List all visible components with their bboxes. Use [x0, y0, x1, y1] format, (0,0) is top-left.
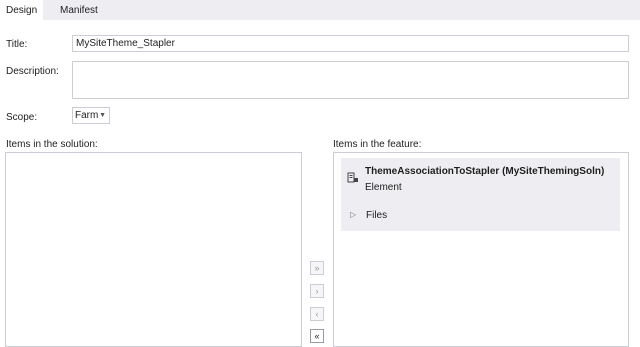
scope-value: Farm: [75, 110, 99, 121]
description-field[interactable]: [72, 61, 629, 99]
feature-item-title: ThemeAssociationToStapler (MySiteTheming…: [365, 166, 605, 177]
scope-dropdown[interactable]: Farm ▼: [72, 107, 110, 124]
tab-design[interactable]: Design: [0, 0, 44, 20]
feature-item[interactable]: ThemeAssociationToStapler (MySiteTheming…: [341, 158, 620, 200]
tab-manifest[interactable]: Manifest: [54, 0, 104, 20]
chevron-down-icon: ▼: [99, 112, 106, 119]
remove-button[interactable]: ‹: [310, 307, 324, 321]
title-label: Title:: [6, 39, 28, 50]
files-row[interactable]: ▷ Files: [341, 200, 620, 231]
description-label: Description:: [6, 66, 59, 77]
solution-items-label: Items in the solution:: [6, 139, 98, 150]
element-icon: [347, 172, 358, 183]
add-button[interactable]: ›: [310, 284, 324, 298]
designer-content: Title: MySiteTheme_Stapler Description: …: [0, 20, 640, 347]
add-all-button[interactable]: »: [310, 261, 324, 275]
feature-item-type: Element: [365, 182, 402, 193]
title-field[interactable]: MySiteTheme_Stapler: [72, 35, 629, 52]
tab-strip: Design Manifest: [0, 0, 640, 20]
solution-items-list[interactable]: [5, 152, 302, 347]
feature-items-label: Items in the feature:: [333, 139, 422, 150]
feature-items-list[interactable]: ThemeAssociationToStapler (MySiteTheming…: [333, 152, 629, 347]
files-label: Files: [366, 210, 388, 221]
expand-arrow-icon[interactable]: ▷: [350, 210, 356, 219]
scope-label: Scope:: [6, 112, 38, 123]
